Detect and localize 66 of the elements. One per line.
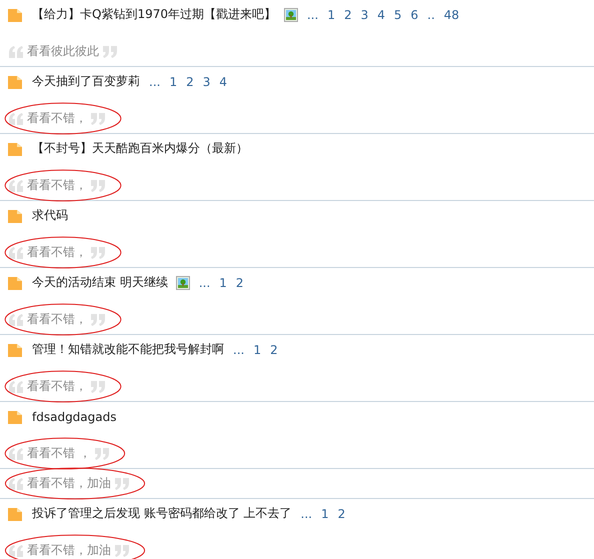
thread-title[interactable]: 投诉了管理之后发现 账号密码都给改了 上不去了 [32, 505, 292, 522]
open-quote-icon [8, 44, 24, 58]
close-quote-icon [90, 380, 106, 394]
folder-icon [7, 6, 23, 22]
close-quote-icon [90, 178, 106, 192]
open-quote-icon [8, 112, 24, 126]
page-link[interactable]: 48 [444, 8, 460, 22]
folder-icon [7, 506, 23, 522]
open-quote-icon [8, 380, 24, 394]
page-link[interactable]: 4 [219, 74, 228, 88]
close-quote-icon [102, 44, 118, 58]
page-link[interactable]: ... [149, 74, 160, 88]
page-link[interactable]: 3 [360, 8, 368, 22]
page-link[interactable]: ... [300, 506, 312, 520]
thread-title[interactable]: 【给力】卡Q紫钻到1970年过期【戳进来吧】 [32, 6, 276, 23]
close-quote-icon [90, 246, 106, 260]
thread-title[interactable]: 求代码 [32, 207, 68, 224]
folder-icon [7, 408, 23, 424]
page-link[interactable]: .. [427, 8, 435, 22]
page-link[interactable]: 2 [236, 276, 244, 290]
open-quote-icon [8, 446, 24, 460]
page-link[interactable]: 5 [394, 8, 402, 22]
page-link[interactable]: 2 [344, 8, 352, 22]
page-link[interactable]: 1 [219, 276, 227, 290]
folder-icon [7, 140, 23, 156]
page-link[interactable]: 1 [253, 342, 262, 356]
folder-icon [7, 74, 23, 90]
page-link[interactable]: 1 [327, 8, 336, 22]
open-quote-icon [8, 476, 24, 490]
folder-icon [7, 208, 23, 224]
thread-title[interactable]: 管理！知错就改能不能把我号解封啊 [32, 341, 224, 358]
open-quote-icon [8, 178, 24, 192]
comment-text: 看看彼此彼此 [27, 43, 99, 60]
page-link[interactable]: 6 [410, 8, 418, 22]
open-quote-icon [8, 544, 24, 558]
page-link[interactable]: ... [233, 342, 244, 356]
comment-text: 看看不错 ， [27, 445, 91, 462]
page-link[interactable]: 1 [169, 74, 178, 88]
close-quote-icon [90, 112, 106, 126]
close-quote-icon [94, 446, 110, 460]
open-quote-icon [8, 312, 24, 326]
comment-text: 看看不错， [27, 244, 87, 261]
page-link[interactable]: 1 [321, 506, 329, 520]
thread-title[interactable]: 今天抽到了百变萝莉 [32, 73, 140, 90]
close-quote-icon [114, 476, 130, 490]
thread-title[interactable]: fdsadgdagads [32, 410, 116, 424]
page-link[interactable]: 3 [202, 74, 210, 88]
page-link[interactable]: 2 [338, 506, 346, 520]
page-link[interactable]: 2 [186, 74, 194, 88]
comment-text: 看看不错， [27, 110, 87, 127]
close-quote-icon [90, 312, 106, 326]
thread-title[interactable]: 今天的活动结束 明天继续 [32, 274, 168, 291]
open-quote-icon [8, 246, 24, 260]
comment-text: 看看不错， [27, 378, 87, 395]
close-quote-icon [114, 544, 130, 558]
comment-text: 看看不错，加油 [27, 542, 111, 559]
comment-text: 看看不错， [27, 177, 87, 194]
comment-text: 看看不错， [27, 311, 87, 328]
page-link[interactable]: ... [306, 8, 318, 22]
folder-icon [7, 342, 23, 358]
comment-text: 看看不错，加油 [27, 475, 111, 492]
folder-icon [7, 274, 23, 290]
thread-title[interactable]: 【不封号】天天酷跑百米内爆分（最新） [32, 140, 248, 157]
page-link[interactable]: 4 [377, 8, 385, 22]
page-link[interactable]: ... [198, 276, 210, 290]
page-link[interactable]: 2 [270, 342, 278, 356]
